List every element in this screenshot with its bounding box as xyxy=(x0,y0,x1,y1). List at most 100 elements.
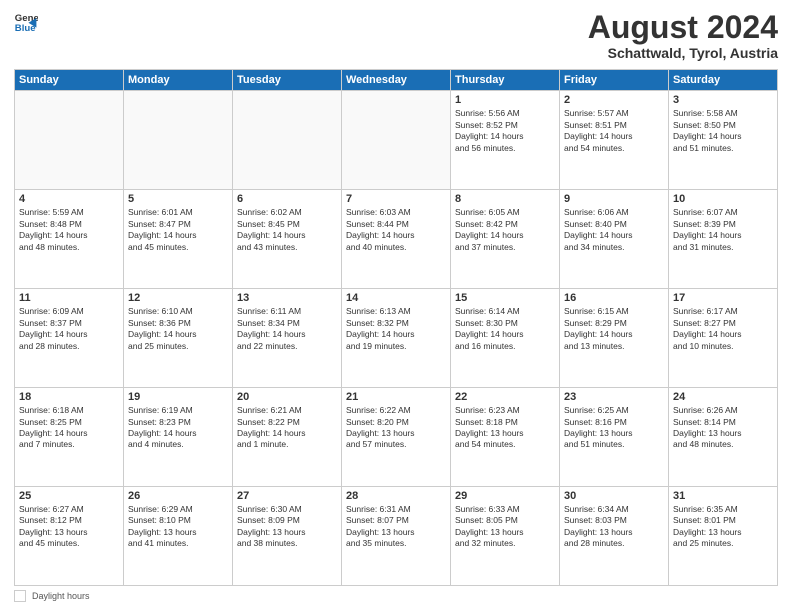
calendar-header-row: Sunday Monday Tuesday Wednesday Thursday… xyxy=(15,70,778,91)
calendar-cell-4-3: 28Sunrise: 6:31 AM Sunset: 8:07 PM Dayli… xyxy=(342,487,451,586)
day-number: 3 xyxy=(673,94,773,106)
calendar-cell-0-5: 2Sunrise: 5:57 AM Sunset: 8:51 PM Daylig… xyxy=(560,91,669,190)
day-info: Sunrise: 6:31 AM Sunset: 8:07 PM Dayligh… xyxy=(346,504,446,550)
day-number: 5 xyxy=(128,193,228,205)
calendar-cell-2-2: 13Sunrise: 6:11 AM Sunset: 8:34 PM Dayli… xyxy=(233,289,342,388)
day-info: Sunrise: 6:29 AM Sunset: 8:10 PM Dayligh… xyxy=(128,504,228,550)
day-number: 4 xyxy=(19,193,119,205)
day-number: 14 xyxy=(346,292,446,304)
calendar-cell-3-2: 20 Sunrise: 6:21 AM Sunset: 8:22 PM Dayli… xyxy=(233,388,342,487)
day-number: 31 xyxy=(673,490,773,502)
day-info: Sunrise: 6:17 AM Sunset: 8:27 PM Dayligh… xyxy=(673,306,773,352)
calendar-cell-0-0 xyxy=(15,91,124,190)
day-info: Sunrise: 5:58 AM Sunset: 8:50 PM Dayligh… xyxy=(673,108,773,154)
calendar-cell-1-6: 10Sunrise: 6:07 AM Sunset: 8:39 PM Dayli… xyxy=(669,190,778,289)
calendar-cell-3-5: 23 Sunrise: 6:25 AM Sunset: 8:16 PM Dayli… xyxy=(560,388,669,487)
day-info: Sunrise: 6:27 AM Sunset: 8:12 PM Dayligh… xyxy=(19,504,119,550)
calendar-cell-0-4: 1 Sunrise: 5:56 AM Sunset: 8:52 PM Daylig… xyxy=(451,91,560,190)
logo: General Blue xyxy=(14,10,38,34)
calendar-cell-0-1 xyxy=(124,91,233,190)
calendar-cell-2-1: 12Sunrise: 6:10 AM Sunset: 8:36 PM Dayli… xyxy=(124,289,233,388)
day-number: 24 xyxy=(673,391,773,403)
day-number: 1 xyxy=(455,94,555,106)
calendar-cell-1-0: 4 Sunrise: 5:59 AM Sunset: 8:48 PM Daylig… xyxy=(15,190,124,289)
location: Schattwald, Tyrol, Austria xyxy=(588,45,778,61)
calendar-cell-4-5: 30 Sunrise: 6:34 AM Sunset: 8:03 PM Dayli… xyxy=(560,487,669,586)
day-info: Sunrise: 6:03 AM Sunset: 8:44 PM Dayligh… xyxy=(346,207,446,253)
day-number: 22 xyxy=(455,391,555,403)
day-info: Sunrise: 6:34 AM Sunset: 8:03 PM Dayligh… xyxy=(564,504,664,550)
calendar-cell-3-0: 18Sunrise: 6:18 AM Sunset: 8:25 PM Dayli… xyxy=(15,388,124,487)
day-number: 6 xyxy=(237,193,337,205)
day-info: Sunrise: 5:57 AM Sunset: 8:51 PM Dayligh… xyxy=(564,108,664,154)
calendar-cell-3-4: 22 Sunrise: 6:23 AM Sunset: 8:18 PM Dayli… xyxy=(451,388,560,487)
day-info: Sunrise: 6:19 AM Sunset: 8:23 PM Dayligh… xyxy=(128,405,228,451)
day-number: 29 xyxy=(455,490,555,502)
day-number: 15 xyxy=(455,292,555,304)
day-number: 26 xyxy=(128,490,228,502)
day-info: Sunrise: 6:30 AM Sunset: 8:09 PM Dayligh… xyxy=(237,504,337,550)
calendar-cell-4-4: 29 Sunrise: 6:33 AM Sunset: 8:05 PM Dayli… xyxy=(451,487,560,586)
day-info: Sunrise: 6:15 AM Sunset: 8:29 PM Dayligh… xyxy=(564,306,664,352)
page-header: General Blue August 2024 Schattwald, Tyr… xyxy=(14,10,778,61)
day-number: 9 xyxy=(564,193,664,205)
calendar-cell-4-0: 25 Sunrise: 6:27 AM Sunset: 8:12 PM Dayli… xyxy=(15,487,124,586)
day-info: Sunrise: 5:59 AM Sunset: 8:48 PM Dayligh… xyxy=(19,207,119,253)
day-info: Sunrise: 6:23 AM Sunset: 8:18 PM Dayligh… xyxy=(455,405,555,451)
svg-text:Blue: Blue xyxy=(15,23,36,34)
col-sunday: Sunday xyxy=(15,70,124,91)
footer-label: Daylight hours xyxy=(32,591,90,601)
day-info: Sunrise: 6:05 AM Sunset: 8:42 PM Dayligh… xyxy=(455,207,555,253)
day-info: Sunrise: 6:35 AM Sunset: 8:01 PM Dayligh… xyxy=(673,504,773,550)
day-info: Sunrise: 6:02 AM Sunset: 8:45 PM Dayligh… xyxy=(237,207,337,253)
calendar-cell-3-6: 24 Sunrise: 6:26 AM Sunset: 8:14 PM Dayli… xyxy=(669,388,778,487)
day-info: Sunrise: 6:21 AM Sunset: 8:22 PM Dayligh… xyxy=(237,405,337,451)
day-info: Sunrise: 6:33 AM Sunset: 8:05 PM Dayligh… xyxy=(455,504,555,550)
day-number: 12 xyxy=(128,292,228,304)
day-number: 30 xyxy=(564,490,664,502)
footer: Daylight hours xyxy=(14,590,778,602)
calendar-week-2: 11 Sunrise: 6:09 AM Sunset: 8:37 PM Dayli… xyxy=(15,289,778,388)
calendar-cell-3-3: 21 Sunrise: 6:22 AM Sunset: 8:20 PM Dayli… xyxy=(342,388,451,487)
day-number: 13 xyxy=(237,292,337,304)
day-number: 8 xyxy=(455,193,555,205)
col-saturday: Saturday xyxy=(669,70,778,91)
day-info: Sunrise: 5:56 AM Sunset: 8:52 PM Dayligh… xyxy=(455,108,555,154)
calendar-week-0: 1 Sunrise: 5:56 AM Sunset: 8:52 PM Daylig… xyxy=(15,91,778,190)
day-number: 16 xyxy=(564,292,664,304)
col-monday: Monday xyxy=(124,70,233,91)
day-info: Sunrise: 6:09 AM Sunset: 8:37 PM Dayligh… xyxy=(19,306,119,352)
calendar: Sunday Monday Tuesday Wednesday Thursday… xyxy=(14,69,778,586)
day-number: 7 xyxy=(346,193,446,205)
calendar-cell-2-0: 11 Sunrise: 6:09 AM Sunset: 8:37 PM Dayli… xyxy=(15,289,124,388)
footer-box xyxy=(14,590,26,602)
day-info: Sunrise: 6:06 AM Sunset: 8:40 PM Dayligh… xyxy=(564,207,664,253)
day-info: Sunrise: 6:18 AM Sunset: 8:25 PM Dayligh… xyxy=(19,405,119,451)
calendar-cell-0-6: 3 Sunrise: 5:58 AM Sunset: 8:50 PM Daylig… xyxy=(669,91,778,190)
calendar-week-3: 18Sunrise: 6:18 AM Sunset: 8:25 PM Dayli… xyxy=(15,388,778,487)
calendar-cell-3-1: 19 Sunrise: 6:19 AM Sunset: 8:23 PM Dayli… xyxy=(124,388,233,487)
col-friday: Friday xyxy=(560,70,669,91)
calendar-cell-4-1: 26 Sunrise: 6:29 AM Sunset: 8:10 PM Dayli… xyxy=(124,487,233,586)
day-number: 20 xyxy=(237,391,337,403)
day-number: 21 xyxy=(346,391,446,403)
day-number: 10 xyxy=(673,193,773,205)
day-number: 23 xyxy=(564,391,664,403)
day-info: Sunrise: 6:13 AM Sunset: 8:32 PM Dayligh… xyxy=(346,306,446,352)
col-thursday: Thursday xyxy=(451,70,560,91)
day-info: Sunrise: 6:22 AM Sunset: 8:20 PM Dayligh… xyxy=(346,405,446,451)
calendar-cell-1-1: 5Sunrise: 6:01 AM Sunset: 8:47 PM Daylig… xyxy=(124,190,233,289)
day-info: Sunrise: 6:25 AM Sunset: 8:16 PM Dayligh… xyxy=(564,405,664,451)
day-number: 25 xyxy=(19,490,119,502)
day-info: Sunrise: 6:26 AM Sunset: 8:14 PM Dayligh… xyxy=(673,405,773,451)
calendar-cell-4-6: 31 Sunrise: 6:35 AM Sunset: 8:01 PM Dayli… xyxy=(669,487,778,586)
calendar-week-4: 25 Sunrise: 6:27 AM Sunset: 8:12 PM Dayli… xyxy=(15,487,778,586)
day-number: 11 xyxy=(19,292,119,304)
day-info: Sunrise: 6:14 AM Sunset: 8:30 PM Dayligh… xyxy=(455,306,555,352)
day-number: 19 xyxy=(128,391,228,403)
calendar-cell-2-3: 14 Sunrise: 6:13 AM Sunset: 8:32 PM Dayli… xyxy=(342,289,451,388)
calendar-cell-1-5: 9 Sunrise: 6:06 AM Sunset: 8:40 PM Daylig… xyxy=(560,190,669,289)
calendar-cell-2-6: 17Sunrise: 6:17 AM Sunset: 8:27 PM Dayli… xyxy=(669,289,778,388)
calendar-week-1: 4 Sunrise: 5:59 AM Sunset: 8:48 PM Daylig… xyxy=(15,190,778,289)
calendar-cell-0-2 xyxy=(233,91,342,190)
